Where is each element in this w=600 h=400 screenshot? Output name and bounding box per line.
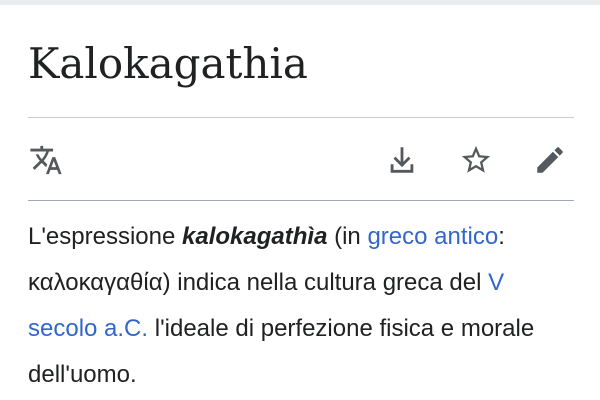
download-button[interactable]	[380, 138, 424, 182]
term-bold: kalokagathìa	[182, 223, 328, 250]
edit-button[interactable]	[528, 138, 572, 182]
watch-star-button[interactable]	[454, 138, 498, 182]
download-icon	[385, 143, 419, 177]
actions-divider	[28, 200, 574, 201]
top-bar	[0, 0, 600, 5]
page-title: Kalokagathia	[28, 39, 308, 88]
pencil-icon	[533, 143, 567, 177]
title-divider	[28, 117, 574, 118]
link-greco-antico[interactable]: greco antico	[367, 223, 498, 250]
page-actions-bar	[28, 138, 574, 182]
language-button[interactable]	[24, 138, 68, 182]
intro-text: (in	[327, 223, 368, 250]
article-intro-paragraph: L'espressione kalokagathìa (in greco ant…	[28, 214, 574, 398]
intro-text: L'espressione	[28, 223, 183, 250]
star-icon	[459, 143, 493, 177]
translate-icon	[29, 143, 63, 177]
